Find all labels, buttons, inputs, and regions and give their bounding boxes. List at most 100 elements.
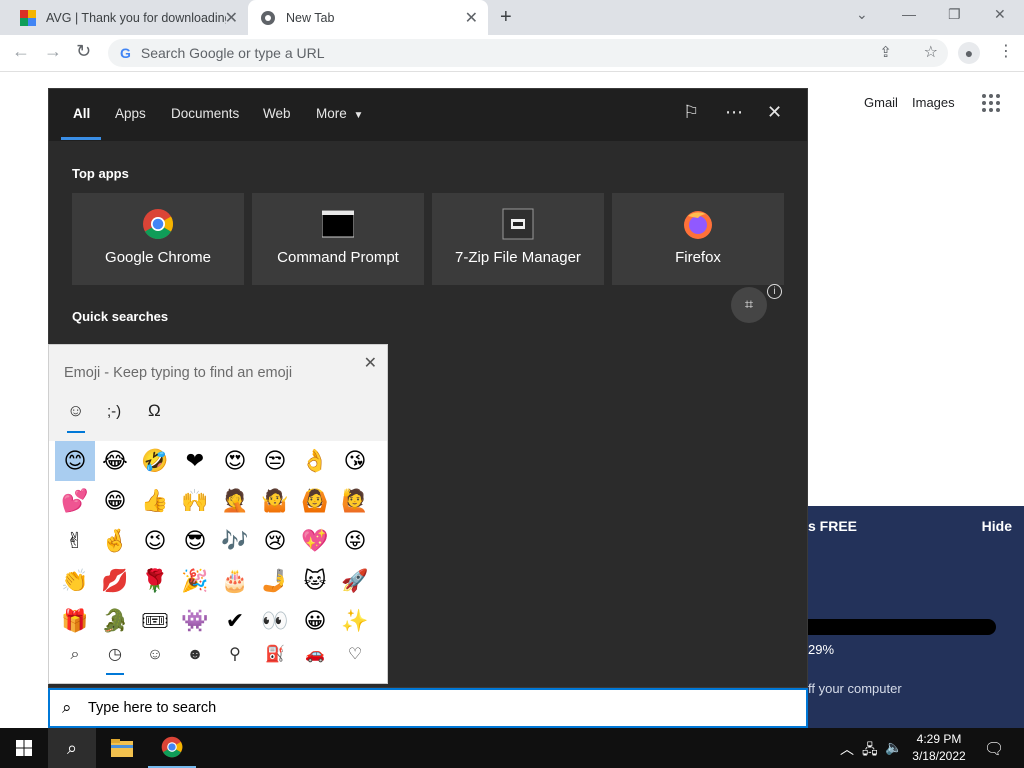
taskbar-search-box[interactable]: ⌕ Type here to search: [48, 688, 808, 728]
emoji-nav-icon[interactable]: ⛽: [255, 641, 295, 669]
emoji-nav-icon[interactable]: ⚲: [215, 641, 255, 669]
emoji-cell[interactable]: 🤞: [95, 521, 135, 561]
more-options-icon[interactable]: ⋯: [725, 102, 743, 123]
emoji-nav-icon[interactable]: 🚗: [295, 641, 335, 669]
volume-icon[interactable]: 🔈: [885, 739, 902, 756]
emoji-cell[interactable]: 🎟: [135, 601, 175, 641]
close-tab-icon[interactable]: ✕: [465, 8, 478, 28]
emoji-cell[interactable]: ✌: [55, 521, 95, 561]
emoji-cell[interactable]: 😢: [255, 521, 295, 561]
back-icon[interactable]: ←: [12, 41, 30, 62]
emoji-cell[interactable]: 🙋: [335, 481, 375, 521]
google-apps-icon[interactable]: [982, 94, 1000, 112]
feedback-icon[interactable]: ⚐: [683, 102, 699, 123]
close-tab-icon[interactable]: ✕: [225, 8, 238, 28]
emoji-cell[interactable]: 🙆: [295, 481, 335, 521]
gmail-link[interactable]: Gmail: [864, 95, 898, 110]
emoji-cell[interactable]: 🤦: [215, 481, 255, 521]
app-tile-command-prompt[interactable]: Command Prompt: [252, 193, 424, 285]
emoji-cell[interactable]: 🤳: [255, 561, 295, 601]
emoji-cell[interactable]: 🙌: [175, 481, 215, 521]
tab-all[interactable]: All: [73, 106, 90, 121]
emoji-cell[interactable]: 🌹: [135, 561, 175, 601]
chevron-up-icon[interactable]: ︿: [840, 739, 854, 759]
tab-apps[interactable]: Apps: [115, 106, 146, 121]
close-emoji-icon[interactable]: ✕: [364, 353, 377, 373]
tab-avg[interactable]: AVG | Thank you for downloading ✕: [8, 0, 248, 35]
emoji-cell[interactable]: 🎶: [215, 521, 255, 561]
hide-button[interactable]: Hide: [982, 518, 1012, 534]
emoji-cell[interactable]: 💕: [55, 481, 95, 521]
emoji-cell[interactable]: 😉: [135, 521, 175, 561]
emoji-cell[interactable]: 😒: [255, 441, 295, 481]
restore-icon[interactable]: ❐: [948, 6, 961, 23]
clock-time[interactable]: 4:29 PM: [913, 732, 965, 746]
emoji-cell[interactable]: 💋: [95, 561, 135, 601]
share-icon[interactable]: ⇪: [879, 43, 892, 61]
emoji-cell[interactable]: 🎉: [175, 561, 215, 601]
emoji-cell[interactable]: ✔: [215, 601, 255, 641]
emoji-cell[interactable]: 😜: [335, 521, 375, 561]
app-tile-firefox[interactable]: Firefox: [612, 193, 784, 285]
emoji-cell[interactable]: 😊: [55, 441, 95, 481]
taskbar-chrome-button[interactable]: [148, 728, 196, 768]
emoji-cell[interactable]: 💖: [295, 521, 335, 561]
emoji-nav-icon[interactable]: ♡: [335, 641, 375, 669]
emoji-nav-icon[interactable]: ⌕: [55, 641, 95, 669]
network-icon[interactable]: 🖧: [862, 739, 878, 763]
emoji-cell[interactable]: 🐱: [295, 561, 335, 601]
emoji-cell[interactable]: 🚀: [335, 561, 375, 601]
clock-date[interactable]: 3/18/2022: [909, 749, 969, 763]
tab-title: New Tab: [286, 10, 335, 25]
emoji-cell[interactable]: 🎁: [55, 601, 95, 641]
app-tile-7zip[interactable]: 7-Zip File Manager: [432, 193, 604, 285]
emoji-cell[interactable]: 👏: [55, 561, 95, 601]
bookmark-star-icon[interactable]: ☆: [924, 42, 938, 62]
emoji-cell[interactable]: 😂: [95, 441, 135, 481]
file-explorer-button[interactable]: [98, 728, 146, 768]
emoji-cell[interactable]: 🎂: [215, 561, 255, 601]
emoji-cell[interactable]: 👌: [295, 441, 335, 481]
tab-documents[interactable]: Documents: [171, 106, 239, 121]
tab-search-icon[interactable]: ⌄: [856, 6, 868, 23]
app-tile-chrome[interactable]: Google Chrome: [72, 193, 244, 285]
emoji-cell[interactable]: 👾: [175, 601, 215, 641]
taskbar-search-button[interactable]: ⌕: [48, 728, 96, 768]
emoji-cell[interactable]: 😘: [335, 441, 375, 481]
new-tab-button[interactable]: +: [500, 6, 512, 29]
emoji-category-tab[interactable]: ☺: [67, 401, 84, 421]
info-icon[interactable]: i: [767, 284, 782, 299]
emoji-cell[interactable]: 🤣: [135, 441, 175, 481]
emoji-cell[interactable]: 😎: [175, 521, 215, 561]
notifications-icon[interactable]: 🗨: [984, 739, 1004, 759]
emoji-cell[interactable]: 😀: [295, 601, 335, 641]
emoji-cell[interactable]: ✨: [335, 601, 375, 641]
start-button[interactable]: [0, 728, 48, 768]
images-link[interactable]: Images: [912, 95, 955, 110]
tab-more[interactable]: More ▼: [316, 106, 363, 121]
emoji-nav-icon[interactable]: ◷: [95, 641, 135, 669]
emoji-cell[interactable]: ❤: [175, 441, 215, 481]
menu-kebab-icon[interactable]: ⋮: [998, 41, 1014, 61]
forward-icon[interactable]: →: [44, 41, 62, 62]
emoji-nav-icon[interactable]: ☻: [175, 641, 215, 669]
close-search-icon[interactable]: ✕: [767, 102, 782, 123]
top-apps-heading: Top apps: [72, 166, 129, 181]
reload-icon[interactable]: ↻: [76, 41, 91, 62]
emoji-cell[interactable]: 🐊: [95, 601, 135, 641]
emoji-cell[interactable]: 😍: [215, 441, 255, 481]
profile-avatar-icon[interactable]: ●: [958, 42, 980, 64]
symbols-category-tab[interactable]: Ω: [148, 401, 161, 421]
emoji-cell[interactable]: 🤷: [255, 481, 295, 521]
tab-web[interactable]: Web: [263, 106, 291, 121]
window-close-icon[interactable]: ✕: [994, 6, 1006, 23]
emoji-cell[interactable]: 👍: [135, 481, 175, 521]
emoji-nav-icon[interactable]: ☺: [135, 641, 175, 669]
kaomoji-category-tab[interactable]: ;-): [107, 403, 121, 420]
screenshot-search-icon[interactable]: ⌗: [731, 287, 767, 323]
emoji-cell[interactable]: 😁: [95, 481, 135, 521]
tab-new-tab[interactable]: New Tab ✕: [248, 0, 488, 35]
emoji-cell[interactable]: 👀: [255, 601, 295, 641]
omnibox[interactable]: G Search Google or type a URL ⇪ ☆: [108, 39, 948, 67]
minimize-icon[interactable]: —: [902, 6, 916, 22]
